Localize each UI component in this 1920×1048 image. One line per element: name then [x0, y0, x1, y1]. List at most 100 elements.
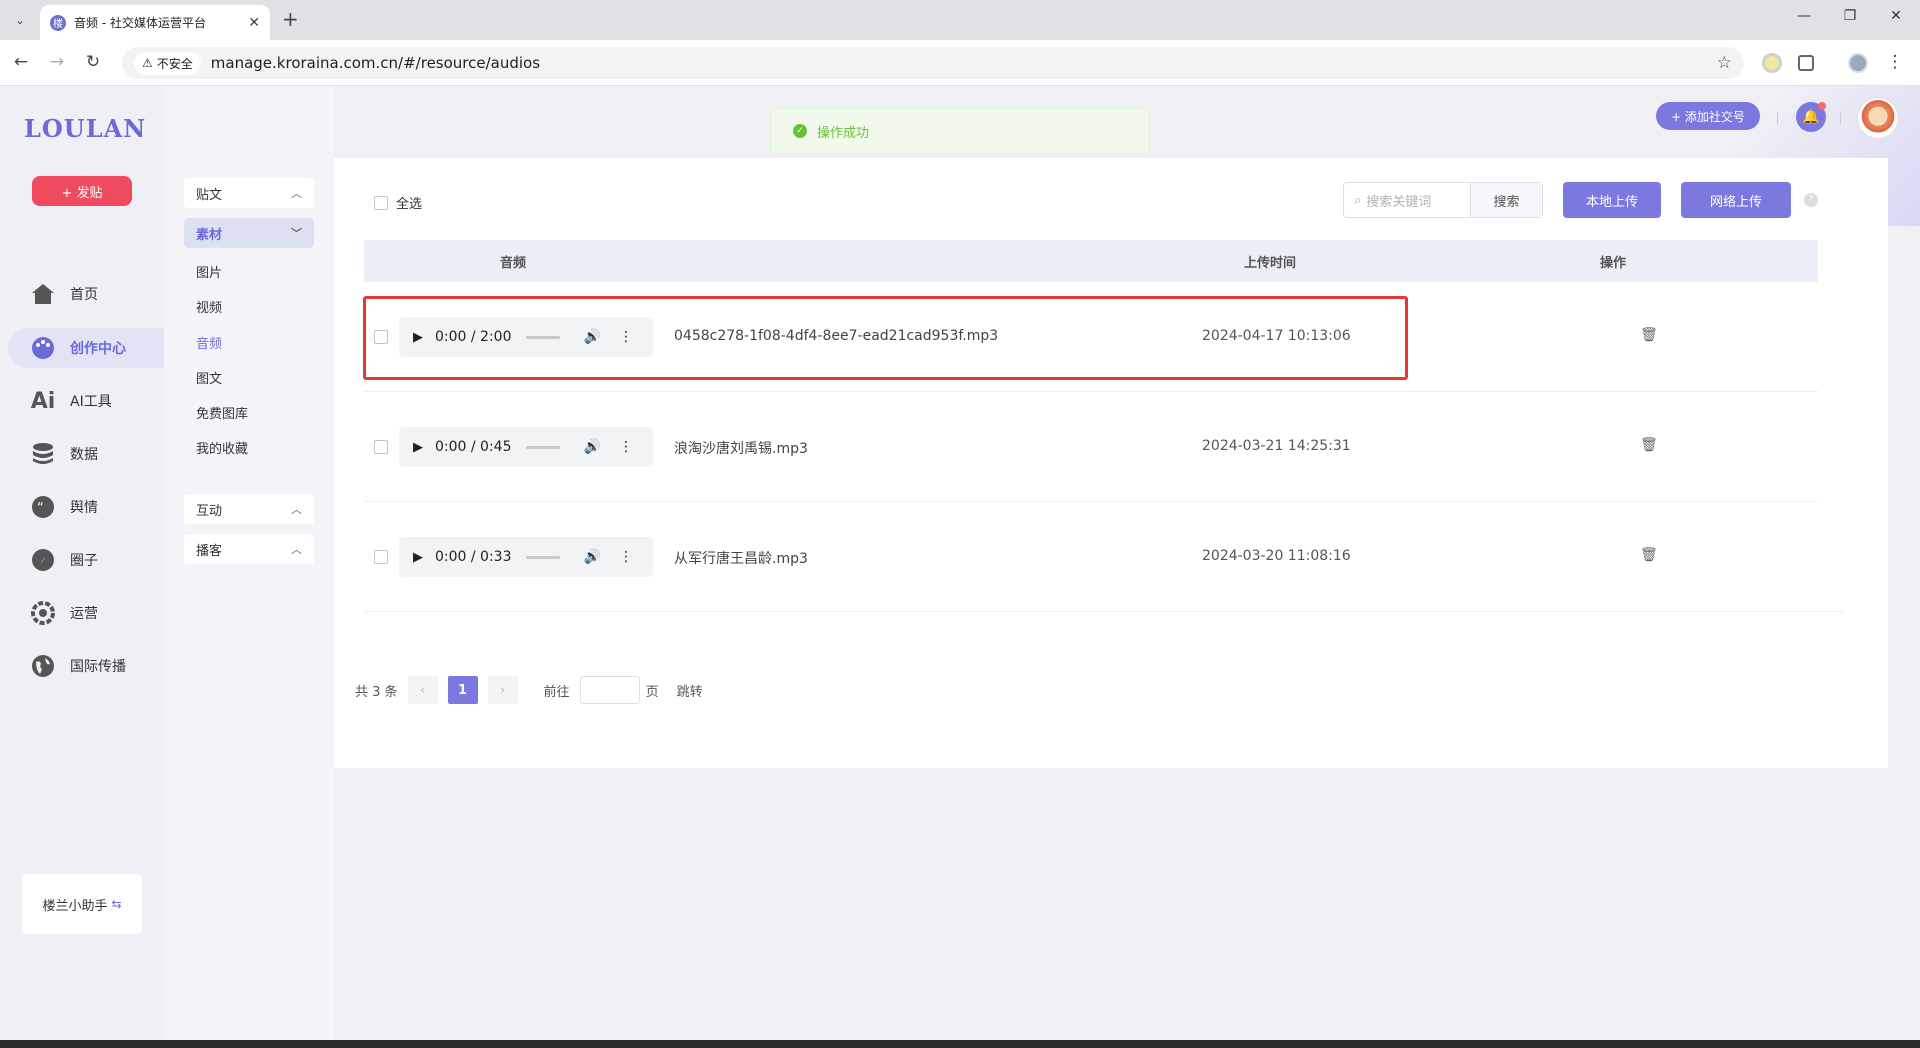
search-input[interactable]: ⌕ 搜索关键词 [1344, 183, 1470, 217]
submenu-item-image-text[interactable]: 图文 [196, 368, 222, 387]
trash-icon[interactable]: 🗑 [1640, 437, 1658, 453]
refresh-icon: ⇆ [111, 897, 122, 911]
audio-time: 0:00 / 0:33 [435, 549, 512, 565]
nav-public-opinion[interactable]: “ 舆情 [8, 487, 164, 527]
trash-icon[interactable]: 🗑 [1640, 547, 1658, 563]
nav-international[interactable]: 国际传播 [8, 646, 164, 686]
palette-icon [30, 335, 56, 361]
reload-icon[interactable]: ↻ [82, 52, 104, 72]
svg-text:“: “ [37, 501, 44, 516]
page-number[interactable]: 1 [447, 676, 478, 704]
audio-progress-slider[interactable] [525, 445, 560, 449]
page-jump-input[interactable] [579, 676, 640, 704]
nav-operations[interactable]: 运营 [8, 593, 164, 633]
submenu-posts[interactable]: 贴文 ︿ [184, 178, 314, 208]
submenu-item-videos[interactable]: 视频 [196, 297, 222, 316]
volume-icon[interactable]: 🔊 [584, 439, 601, 455]
search-button[interactable]: 搜索 [1470, 183, 1542, 217]
check-circle-icon: ✓ [793, 124, 807, 138]
home-icon [30, 281, 56, 307]
submenu-podcast[interactable]: 播客 ︿ [184, 534, 314, 564]
upload-time: 2024-03-21 14:25:31 [1202, 438, 1351, 454]
trash-icon[interactable]: 🗑 [1640, 327, 1658, 343]
submenu-item-audios[interactable]: 音频 [196, 333, 222, 352]
profile-icon[interactable] [1848, 53, 1868, 73]
browser-menu-icon[interactable]: ⋮ [1884, 52, 1906, 72]
nav-ai-tools[interactable]: Ai AI工具 [8, 381, 164, 421]
browser-addressbar: ← → ↻ ⚠ 不安全 manage.kroraina.com.cn/#/res… [0, 40, 1920, 86]
submenu-interaction[interactable]: 互动 ︿ [184, 494, 314, 524]
nav-data[interactable]: 数据 [8, 434, 164, 474]
submenu-materials[interactable]: 素材 ﹀ [184, 218, 314, 248]
database-icon [30, 441, 56, 467]
column-audio: 音频 [500, 256, 527, 271]
secondary-menu: 贴文 ︿ 素材 ﹀ 图片 视频 音频 图文 免费图库 我的收藏 互动 ︿ 播客 ︿ [164, 86, 334, 1040]
browser-tabbar: ⌄ 楼 音频 - 社交媒体运营平台 ✕ + — ❐ ✕ [0, 0, 1920, 40]
url-text[interactable]: manage.kroraina.com.cn/#/resource/audios [211, 54, 1717, 72]
prev-page-icon[interactable]: ‹ [407, 676, 438, 704]
security-indicator[interactable]: ⚠ 不安全 [134, 51, 201, 75]
jump-button[interactable]: 跳转 [677, 681, 703, 700]
column-upload-time: 上传时间 [1244, 256, 1297, 271]
more-options-icon[interactable]: ⋮ [619, 549, 633, 565]
new-tab-icon[interactable]: + [282, 7, 299, 31]
row-checkbox[interactable] [374, 440, 388, 454]
submenu-item-favorites[interactable]: 我的收藏 [196, 438, 248, 457]
close-tab-icon[interactable]: ✕ [248, 15, 260, 31]
chevron-down-icon: ﹀ [291, 227, 302, 240]
main-sidebar: LOULAN + 发贴 首页 创作中心 Ai AI工具 数据 “ 舆情 圈子 运… [0, 86, 164, 1040]
help-icon[interactable]: ? [1804, 193, 1818, 207]
goto-label: 前往 [543, 684, 570, 700]
upload-time: 2024-03-20 11:08:16 [1202, 548, 1351, 564]
browser-tab[interactable]: 楼 音频 - 社交媒体运营平台 ✕ [40, 5, 270, 40]
highlight-box [363, 296, 1408, 380]
logo: LOULAN [24, 114, 147, 143]
ai-icon: Ai [30, 388, 56, 414]
audio-progress-slider[interactable] [525, 555, 560, 559]
audio-time: 0:00 / 0:45 [435, 439, 512, 455]
select-all[interactable]: 全选 [374, 193, 422, 212]
divider [1777, 112, 1778, 124]
close-window-icon[interactable]: ✕ [1884, 8, 1908, 24]
chevron-up-icon: ︿ [291, 503, 302, 516]
avatar[interactable] [1858, 98, 1898, 138]
os-taskbar [0, 1040, 1920, 1048]
volume-icon[interactable]: 🔊 [584, 549, 601, 565]
total-count: 共 3 条 [355, 684, 398, 700]
extension-icon[interactable] [1762, 53, 1782, 73]
bell-icon[interactable]: 🔔 [1796, 102, 1826, 132]
back-icon[interactable]: ← [10, 52, 32, 72]
more-options-icon[interactable]: ⋮ [619, 439, 633, 455]
assistant-button[interactable]: 楼兰小助手 ⇆ [22, 874, 142, 934]
play-icon[interactable]: ▶ [413, 440, 423, 455]
table-header: 音频 上传时间 操作 [364, 240, 1818, 282]
next-page-icon[interactable]: › [487, 676, 518, 704]
row-checkbox[interactable] [374, 550, 388, 564]
select-all-checkbox[interactable] [374, 195, 388, 210]
forward-icon[interactable]: → [46, 52, 68, 72]
tab-search-icon[interactable]: ⌄ [8, 8, 32, 32]
add-social-account-button[interactable]: + 添加社交号 [1656, 102, 1760, 130]
notification-dot [1818, 102, 1826, 110]
search-box: ⌕ 搜索关键词 搜索 [1343, 182, 1543, 218]
table-row: ▶ 0:00 / 0:33 🔊 ⋮ 从军行唐王昌龄.mp3 2024-03-20… [364, 502, 1844, 612]
nav-creation-center[interactable]: 创作中心 [8, 328, 164, 368]
pagination: 共 3 条 ‹ 1 › 前往 页 跳转 [355, 676, 703, 704]
local-upload-button[interactable]: 本地上传 [1563, 182, 1661, 218]
post-button[interactable]: + 发贴 [32, 176, 132, 206]
nav-circles[interactable]: 圈子 [8, 540, 164, 580]
web-upload-button[interactable]: 网络上传 [1681, 182, 1791, 218]
submenu-item-free-gallery[interactable]: 免费图库 [196, 403, 248, 422]
nav-home[interactable]: 首页 [8, 274, 164, 314]
bookmark-star-icon[interactable]: ☆ [1717, 53, 1732, 73]
omnibox[interactable]: ⚠ 不安全 manage.kroraina.com.cn/#/resource/… [122, 47, 1744, 79]
page-unit: 页 [645, 684, 659, 700]
puzzle-extension-icon[interactable] [1798, 55, 1814, 71]
audio-player: ▶ 0:00 / 0:45 🔊 ⋮ [399, 427, 653, 467]
restore-icon[interactable]: ❐ [1838, 8, 1862, 24]
chevron-up-icon: ︿ [291, 187, 302, 200]
play-icon[interactable]: ▶ [413, 550, 423, 565]
search-icon: ⌕ [1354, 192, 1362, 208]
submenu-item-images[interactable]: 图片 [196, 262, 222, 281]
minimize-icon[interactable]: — [1792, 8, 1816, 24]
